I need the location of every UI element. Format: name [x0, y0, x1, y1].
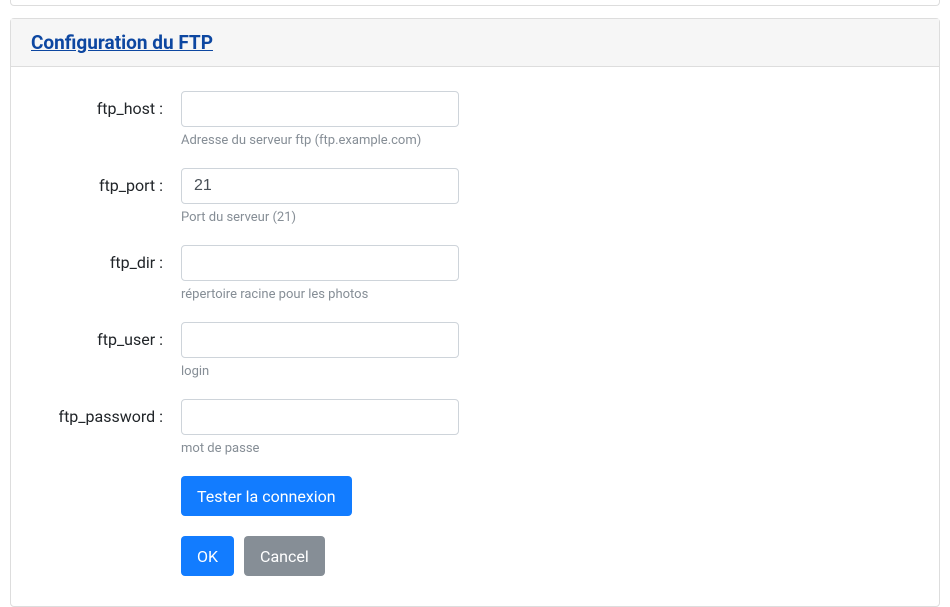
ftp-user-label: ftp_user :: [31, 322, 181, 349]
panel-header: Configuration du FTP: [11, 19, 939, 67]
ftp-config-panel: Configuration du FTP ftp_host : Adresse …: [10, 18, 940, 607]
row-ftp-host: ftp_host : Adresse du serveur ftp (ftp.e…: [31, 91, 919, 148]
ftp-port-input[interactable]: [181, 168, 459, 204]
ftp-password-input[interactable]: [181, 399, 459, 435]
test-connection-button[interactable]: Tester la connexion: [181, 476, 352, 516]
row-ftp-dir: ftp_dir : répertoire racine pour les pho…: [31, 245, 919, 302]
row-ftp-password: ftp_password : mot de passe: [31, 399, 919, 456]
ftp-host-input[interactable]: [181, 91, 459, 127]
row-test: Tester la connexion: [31, 476, 919, 516]
panel-title-link[interactable]: Configuration du FTP: [31, 31, 213, 54]
row-ftp-user: ftp_user : login: [31, 322, 919, 379]
ftp-user-input[interactable]: [181, 322, 459, 358]
ftp-dir-input[interactable]: [181, 245, 459, 281]
row-ftp-port: ftp_port : Port du serveur (21): [31, 168, 919, 225]
ftp-password-label: ftp_password :: [31, 399, 181, 426]
panel-body: ftp_host : Adresse du serveur ftp (ftp.e…: [11, 67, 939, 606]
ok-button[interactable]: OK: [181, 536, 234, 576]
ftp-dir-help: répertoire racine pour les photos: [181, 287, 459, 302]
ftp-dir-label: ftp_dir :: [31, 245, 181, 272]
ftp-port-label: ftp_port :: [31, 168, 181, 195]
cancel-button[interactable]: Cancel: [244, 536, 325, 576]
ftp-password-help: mot de passe: [181, 441, 459, 456]
row-actions: OK Cancel: [31, 536, 919, 576]
ftp-user-help: login: [181, 364, 459, 379]
ftp-host-help: Adresse du serveur ftp (ftp.example.com): [181, 133, 459, 148]
prev-panel-tail: [10, 0, 940, 6]
ftp-host-label: ftp_host :: [31, 91, 181, 118]
ftp-port-help: Port du serveur (21): [181, 210, 459, 225]
